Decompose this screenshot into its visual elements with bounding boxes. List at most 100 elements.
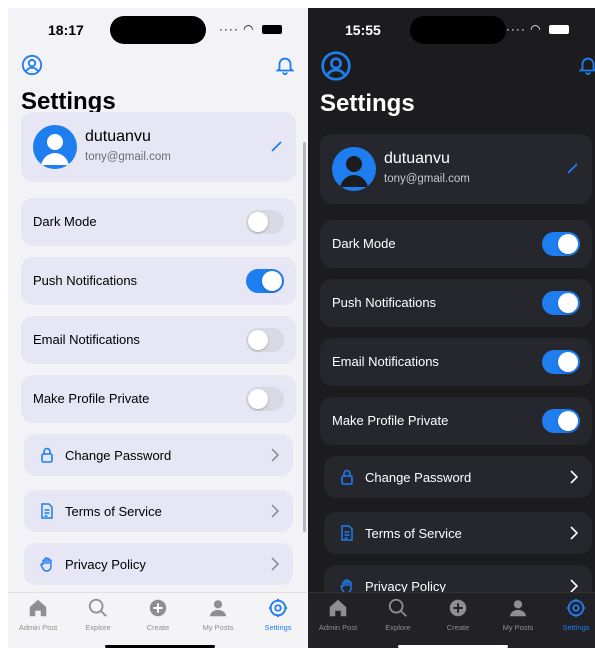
page-title: Settings	[320, 90, 415, 117]
change-password-link[interactable]: Change Password	[24, 434, 293, 476]
chevron-right-icon	[570, 526, 579, 540]
dark-mode-row: Dark Mode	[320, 220, 592, 268]
row-label: Email Notifications	[332, 354, 439, 369]
profile-icon[interactable]	[21, 54, 43, 76]
push-notifications-row: Push Notifications	[320, 279, 592, 327]
status-bar: 15:55 ···· ◠	[308, 8, 595, 52]
profile-card[interactable]: dutuanvu tony@gmail.com	[21, 112, 296, 182]
chevron-right-icon	[271, 448, 280, 462]
link-label: Change Password	[65, 448, 172, 463]
profile-name: dutuanvu	[85, 128, 151, 145]
search-icon	[388, 598, 407, 617]
dynamic-island	[110, 16, 206, 44]
tab-bar: Admin Post Explore Create My Posts Setti…	[308, 592, 595, 648]
dynamic-island	[410, 16, 506, 44]
status-bar: 18:17 ···· ◠	[8, 8, 308, 52]
tab-settings[interactable]: Settings	[546, 597, 595, 632]
chevron-right-icon	[570, 579, 579, 593]
signal-icon: ····	[505, 22, 526, 36]
profile-icon[interactable]	[320, 50, 352, 82]
push-notifications-toggle[interactable]	[246, 269, 284, 293]
edit-pencil-icon[interactable]	[566, 161, 580, 175]
privacy-policy-link[interactable]: Privacy Policy	[24, 543, 293, 585]
email-notifications-toggle[interactable]	[246, 328, 284, 352]
gear-icon	[268, 598, 288, 618]
tab-explore[interactable]: Explore	[68, 597, 128, 632]
terms-of-service-link[interactable]: Terms of Service	[24, 490, 293, 532]
search-icon	[88, 598, 107, 617]
row-label: Dark Mode	[33, 214, 97, 229]
email-notifications-toggle[interactable]	[542, 350, 580, 374]
tab-label: Create	[446, 623, 470, 632]
house-icon	[329, 599, 347, 617]
scrollbar[interactable]	[303, 142, 306, 532]
tab-label: Admin Post	[318, 623, 358, 632]
row-label: Dark Mode	[332, 236, 396, 251]
tab-admin-post[interactable]: Admin Post	[8, 597, 68, 632]
tab-label: Settings	[562, 623, 590, 632]
avatar	[332, 147, 376, 191]
house-icon	[29, 599, 47, 617]
terms-of-service-link[interactable]: Terms of Service	[324, 512, 592, 554]
document-icon	[340, 525, 354, 541]
tab-create[interactable]: Create	[428, 597, 488, 632]
document-icon	[40, 503, 54, 519]
tab-label: My Posts	[502, 623, 534, 632]
avatar	[33, 125, 77, 169]
link-label: Privacy Policy	[65, 557, 146, 572]
make-profile-private-row: Make Profile Private	[21, 375, 296, 423]
status-icons: ···· ◠	[506, 22, 569, 36]
dark-mode-toggle[interactable]	[246, 210, 284, 234]
tab-label: Create	[146, 623, 170, 632]
make-profile-private-toggle[interactable]	[542, 409, 580, 433]
wifi-icon: ◠	[530, 22, 542, 36]
email-notifications-row: Email Notifications	[320, 338, 592, 386]
bell-icon[interactable]	[274, 54, 296, 76]
tab-settings[interactable]: Settings	[248, 597, 308, 632]
row-label: Make Profile Private	[33, 391, 150, 406]
chevron-right-icon	[570, 470, 579, 484]
email-notifications-row: Email Notifications	[21, 316, 296, 364]
chevron-right-icon	[271, 504, 280, 518]
battery-icon	[262, 25, 282, 35]
dark-mode-toggle[interactable]	[542, 232, 580, 256]
dark-mode-row: Dark Mode	[21, 198, 296, 246]
row-label: Email Notifications	[33, 332, 140, 347]
lock-icon	[340, 469, 354, 485]
bell-icon[interactable]	[577, 54, 595, 76]
link-label: Terms of Service	[65, 504, 162, 519]
row-label: Push Notifications	[332, 295, 437, 310]
tab-label: Explore	[385, 623, 411, 632]
row-label: Push Notifications	[33, 273, 138, 288]
make-profile-private-toggle[interactable]	[246, 387, 284, 411]
plus-circle-icon	[449, 599, 467, 617]
make-profile-private-row: Make Profile Private	[320, 397, 592, 445]
signal-icon: ····	[218, 22, 239, 36]
person-icon	[509, 600, 527, 617]
link-label: Terms of Service	[365, 526, 462, 541]
tab-label: Admin Post	[18, 623, 58, 632]
link-label: Change Password	[365, 470, 472, 485]
tab-explore[interactable]: Explore	[368, 597, 428, 632]
tab-label: Explore	[85, 623, 111, 632]
profile-card[interactable]: dutuanvu tony@gmail.com	[320, 134, 592, 204]
status-time: 18:17	[48, 22, 84, 38]
tab-my-posts[interactable]: My Posts	[488, 597, 548, 632]
battery-icon	[549, 25, 569, 35]
tab-my-posts[interactable]: My Posts	[188, 597, 248, 632]
lock-icon	[40, 447, 54, 463]
change-password-link[interactable]: Change Password	[324, 456, 592, 498]
tab-label: My Posts	[202, 623, 234, 632]
tab-admin-post[interactable]: Admin Post	[308, 597, 368, 632]
status-time: 15:55	[345, 22, 381, 38]
edit-pencil-icon[interactable]	[270, 139, 284, 153]
row-label: Make Profile Private	[332, 413, 449, 428]
person-icon	[209, 600, 227, 617]
tab-create[interactable]: Create	[128, 597, 188, 632]
chevron-right-icon	[271, 557, 280, 571]
profile-email: tony@gmail.com	[85, 151, 171, 163]
status-icons: ···· ◠	[219, 22, 282, 36]
push-notifications-toggle[interactable]	[542, 291, 580, 315]
tab-bar: Admin Post Explore Create My Posts Setti…	[8, 592, 308, 648]
dark-mode-screen: 15:55 ···· ◠ Settings dutuanvu tony@gmai…	[308, 8, 595, 648]
